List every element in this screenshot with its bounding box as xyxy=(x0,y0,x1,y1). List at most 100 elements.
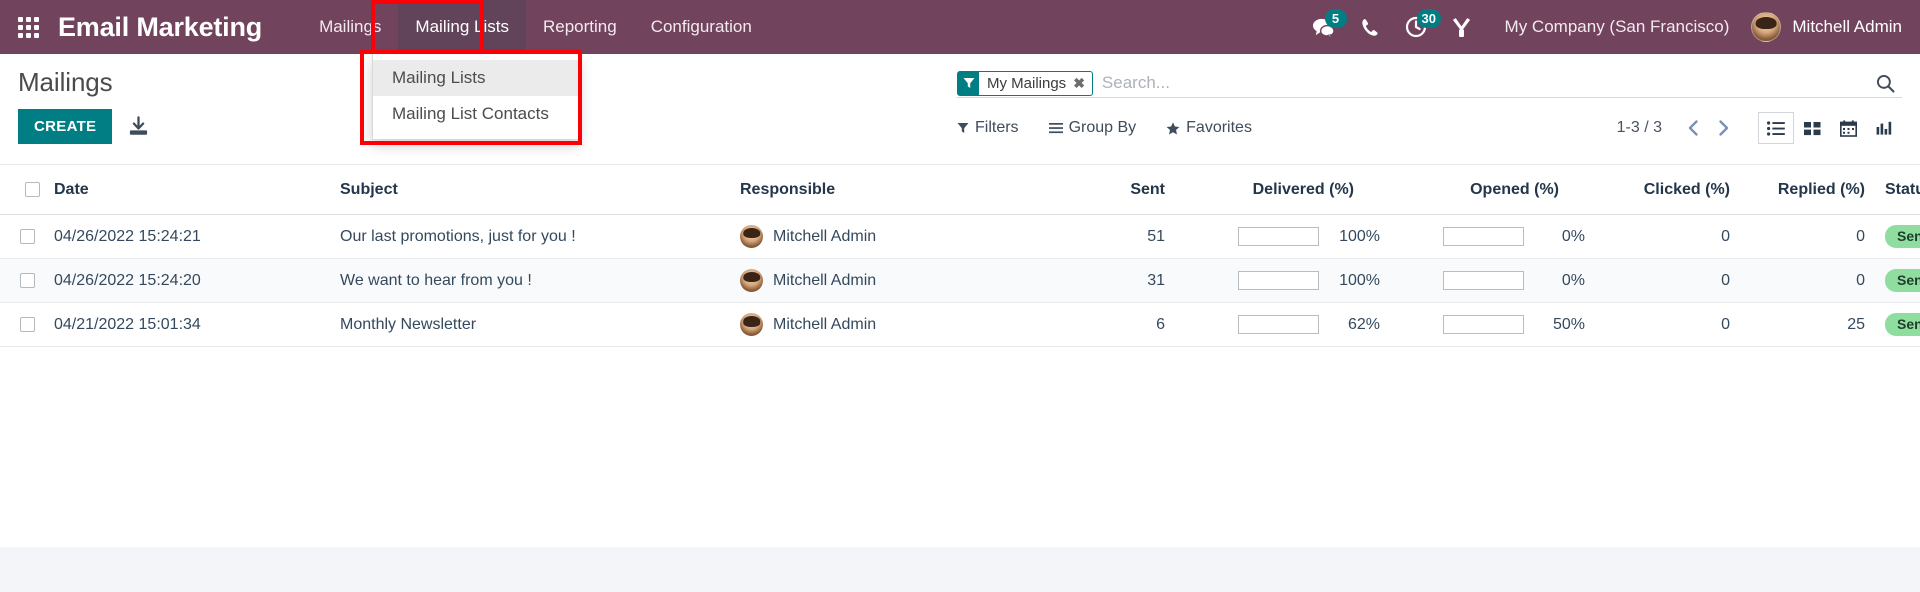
apps-menu-button[interactable] xyxy=(0,0,56,54)
delivered-percent: 62% xyxy=(1347,315,1380,333)
import-records-button[interactable] xyxy=(126,114,151,139)
dropdown-item-mailing-list-contacts[interactable]: Mailing List Contacts xyxy=(373,96,579,132)
search-input[interactable] xyxy=(1092,69,1868,97)
delivered-percent: 100% xyxy=(1339,271,1380,289)
filters-label: Filters xyxy=(975,119,1019,136)
row-checkbox[interactable] xyxy=(20,317,35,332)
opened-percent: 0% xyxy=(1561,227,1585,245)
status-badge: Sent xyxy=(1885,225,1920,249)
table-row[interactable]: 04/21/2022 15:01:34 Monthly Newsletter M… xyxy=(0,302,1920,348)
responsible-name: Mitchell Admin xyxy=(773,227,877,245)
table-header-row: Date Subject Responsible Sent Delivered … xyxy=(0,165,1920,215)
debug-menu-button[interactable] xyxy=(1439,0,1485,54)
table-row[interactable]: 04/26/2022 15:24:21 Our last promotions,… xyxy=(0,214,1920,260)
list-view-icon xyxy=(1767,120,1785,136)
control-panel-right: My Mailings ✖ Filters xyxy=(957,54,1902,144)
responsible-name: Mitchell Admin xyxy=(773,271,877,289)
header-clicked[interactable]: Clicked (%) xyxy=(1595,165,1740,215)
app-brand-title[interactable]: Email Marketing xyxy=(56,12,268,43)
cell-subject: Our last promotions, just for you ! xyxy=(330,214,730,260)
avatar xyxy=(740,269,763,293)
opened-progress-bar xyxy=(1443,271,1524,291)
messages-button[interactable]: 5 xyxy=(1301,0,1347,54)
row-select-cell xyxy=(0,302,44,348)
systray: 5 30 My Company (San Francisco) Mitchell… xyxy=(1301,0,1920,54)
menu-item-configuration[interactable]: Configuration xyxy=(634,0,769,54)
control-panel-left: Mailings CREATE xyxy=(18,54,151,144)
responsible-name: Mitchell Admin xyxy=(773,315,877,333)
activities-button[interactable]: 30 xyxy=(1393,0,1442,54)
dropdown-item-mailing-lists[interactable]: Mailing Lists xyxy=(373,60,579,97)
header-sent[interactable]: Sent xyxy=(1020,165,1175,215)
cell-responsible: Mitchell Admin xyxy=(730,214,1020,260)
table-body: 04/26/2022 15:24:21 Our last promotions,… xyxy=(0,214,1920,348)
select-all-checkbox[interactable] xyxy=(24,181,40,197)
cell-date: 04/21/2022 15:01:34 xyxy=(44,302,330,348)
import-download-icon xyxy=(130,116,148,135)
group-by-dropdown-button[interactable]: Group By xyxy=(1048,119,1136,137)
cell-delivered: 100% xyxy=(1175,258,1390,304)
mailings-table: Date Subject Responsible Sent Delivered … xyxy=(0,165,1920,348)
group-by-icon xyxy=(1048,123,1063,134)
page-title: Mailings xyxy=(18,67,113,97)
cell-replied: 0 xyxy=(1740,258,1875,304)
debug-tools-icon xyxy=(1452,17,1471,37)
cell-responsible: Mitchell Admin xyxy=(730,258,1020,304)
cell-opened: 50% xyxy=(1390,302,1595,348)
view-button-list[interactable] xyxy=(1758,112,1794,144)
status-badge: Sent xyxy=(1885,313,1920,337)
user-name-label: Mitchell Admin xyxy=(1792,17,1902,36)
search-button[interactable] xyxy=(1868,69,1902,97)
kanban-view-icon xyxy=(1803,121,1820,135)
company-switcher[interactable]: My Company (San Francisco) xyxy=(1485,17,1746,37)
favorites-label: Favorites xyxy=(1186,119,1252,136)
cell-status: Sent xyxy=(1875,258,1920,304)
search-facet-my-mailings[interactable]: My Mailings ✖ xyxy=(957,70,1093,96)
pager-previous-button[interactable] xyxy=(1680,115,1706,141)
list-view: Date Subject Responsible Sent Delivered … xyxy=(0,165,1920,548)
phone-icon xyxy=(1361,18,1378,36)
favorites-dropdown-button[interactable]: Favorites xyxy=(1166,119,1252,137)
header-responsible[interactable]: Responsible xyxy=(730,165,1020,215)
view-button-kanban[interactable] xyxy=(1794,112,1830,144)
filter-funnel-icon xyxy=(957,123,969,133)
header-delivered[interactable]: Delivered (%) xyxy=(1175,165,1390,215)
chevron-right-icon xyxy=(1718,120,1728,136)
header-opened[interactable]: Opened (%) xyxy=(1390,165,1595,215)
pager-value: 1-3 / 3 xyxy=(1616,119,1662,136)
search-bar: My Mailings ✖ xyxy=(957,69,1902,98)
filters-dropdown-button[interactable]: Filters xyxy=(957,119,1019,137)
cell-opened: 0% xyxy=(1390,258,1595,304)
cell-status: Sent xyxy=(1875,214,1920,260)
row-checkbox[interactable] xyxy=(20,228,35,244)
header-subject[interactable]: Subject xyxy=(330,165,730,215)
phone-button[interactable] xyxy=(1347,0,1393,54)
pager-next-button[interactable] xyxy=(1710,115,1736,141)
pager: 1-3 / 3 xyxy=(1617,115,1736,141)
facet-text: My Mailings xyxy=(987,74,1067,92)
view-button-calendar[interactable] xyxy=(1830,112,1866,144)
avatar xyxy=(740,313,763,337)
delivered-progress-bar xyxy=(1238,315,1319,335)
opened-percent: 50% xyxy=(1552,315,1585,333)
opened-progress-bar xyxy=(1443,315,1524,335)
control-panel-actions: CREATE xyxy=(18,109,151,144)
table-row[interactable]: 04/26/2022 15:24:20 We want to hear from… xyxy=(0,258,1920,304)
header-status[interactable]: Status xyxy=(1875,165,1920,215)
menu-item-mailing-lists[interactable]: Mailing Lists xyxy=(398,0,526,54)
menu-item-mailings[interactable]: Mailings xyxy=(302,0,398,54)
cell-responsible: Mitchell Admin xyxy=(730,302,1020,348)
menu-item-reporting[interactable]: Reporting xyxy=(526,0,634,54)
header-replied[interactable]: Replied (%) xyxy=(1740,165,1875,215)
status-badge: Sent xyxy=(1885,269,1920,293)
create-button[interactable]: CREATE xyxy=(18,109,113,144)
user-menu[interactable]: Mitchell Admin xyxy=(1745,12,1902,42)
opened-percent: 0% xyxy=(1561,271,1585,289)
remove-facet-icon[interactable]: ✖ xyxy=(1073,75,1085,92)
row-checkbox[interactable] xyxy=(20,272,35,288)
view-button-graph[interactable] xyxy=(1866,112,1902,144)
header-date[interactable]: Date xyxy=(44,165,330,215)
search-icon xyxy=(1876,74,1895,93)
cell-subject: We want to hear from you ! xyxy=(330,258,730,304)
cell-delivered: 62% xyxy=(1175,302,1390,348)
